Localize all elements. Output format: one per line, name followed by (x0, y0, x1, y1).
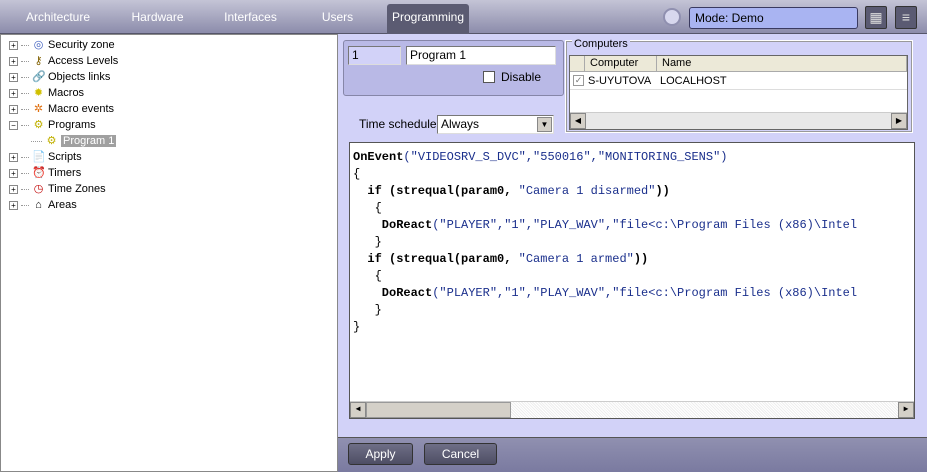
mode-indicator[interactable]: Mode: Demo (689, 7, 858, 29)
code-token: DoReact (353, 286, 433, 300)
code-token: "Camera 1 armed" (518, 252, 634, 266)
time-schedule-label: Time schedule (359, 117, 437, 131)
mode-icon (663, 8, 681, 26)
code-token: DoReact (353, 218, 433, 232)
cell-name: LOCALHOST (660, 75, 727, 87)
timer-icon: ⏰ (32, 166, 46, 179)
code-token: "Camera 1 disarmed" (518, 184, 656, 198)
macro-event-icon: ✲ (33, 102, 44, 115)
table-row[interactable]: ✓ S-UYUTOVA LOCALHOST (570, 73, 907, 90)
code-token: if (strequal(param0, (353, 184, 519, 198)
tree-label: Timers (48, 167, 82, 179)
home-icon: ⌂ (35, 198, 42, 211)
code-token: ("VIDEOSRV_S_DVC","550016","MONITORING_S… (403, 150, 728, 164)
tab-users[interactable]: Users (305, 4, 370, 34)
tree-label: Macro events (48, 103, 115, 115)
tree-label: Areas (48, 199, 77, 211)
tree-label: Security zone (48, 39, 115, 51)
column-header-name[interactable]: Name (657, 56, 907, 72)
scroll-left-icon[interactable]: ◀ (570, 113, 586, 129)
program-icon: ⚙ (46, 134, 57, 147)
tree-label: Objects links (48, 71, 111, 83)
tab-interfaces[interactable]: Interfaces (213, 4, 288, 34)
script-icon: 📄 (32, 150, 46, 163)
code-line: } (353, 303, 382, 317)
code-line: } (353, 320, 361, 334)
action-bar: Apply Cancel (338, 437, 927, 472)
security-zone-icon: ◎ (33, 38, 44, 51)
top-nav-bar: Architecture Hardware Interfaces Users P… (0, 0, 927, 34)
apply-button[interactable]: Apply (348, 443, 413, 465)
tree-label: Program 1 (61, 135, 117, 147)
code-line: { (353, 269, 382, 283)
cancel-button[interactable]: Cancel (424, 443, 497, 465)
time-schedule-value: Always (441, 117, 480, 131)
code-token: if (strequal(param0, (353, 252, 519, 266)
tree-item-scripts[interactable]: + 📄 Scripts (9, 149, 82, 165)
code-token: )) (633, 252, 649, 266)
tree-item-timers[interactable]: + ⏰ Timers (9, 165, 81, 181)
code-token: ("PLAYER","1","PLAY_WAV","file<c:\Progra… (432, 286, 858, 300)
tree-item-programs[interactable]: − ⚙ Programs (9, 117, 96, 133)
script-editor[interactable]: OnEvent("VIDEOSRV_S_DVC","550016","MONIT… (349, 142, 915, 419)
computers-table: Computer Name ✓ S-UYUTOVA LOCALHOST ◀ ▶ (569, 55, 908, 130)
tree-item-areas[interactable]: + ⌂ Areas (9, 197, 77, 213)
menu-icon[interactable]: ≡ (895, 6, 917, 29)
row-checkbox[interactable]: ✓ (573, 75, 584, 86)
tab-hardware[interactable]: Hardware (120, 4, 195, 34)
cell-computer: S-UYUTOVA (588, 75, 652, 87)
row-header-corner (570, 56, 585, 72)
program-id-group: 1 Program 1 Disable (343, 40, 564, 96)
scroll-left-icon[interactable]: ◀ (350, 402, 366, 418)
scrollbar-thumb[interactable] (366, 402, 511, 418)
horizontal-scrollbar[interactable]: ◀ ▶ (570, 112, 907, 129)
scroll-right-icon[interactable]: ▶ (898, 402, 914, 418)
code-line: } (353, 235, 382, 249)
tree-label: Access Levels (48, 55, 119, 67)
tree-item-program-1[interactable]: ⚙ Program 1 (31, 133, 117, 149)
tree-item-macros[interactable]: + ✹ Macros (9, 85, 84, 101)
code-token: ("PLAYER","1","PLAY_WAV","file<c:\Progra… (432, 218, 858, 232)
tab-architecture[interactable]: Architecture (18, 4, 98, 34)
keys-icon: ⚷ (34, 54, 43, 67)
disable-label: Disable (501, 70, 542, 84)
tree-item-access-levels[interactable]: + ⚷ Access Levels (9, 53, 118, 69)
computers-title: Computers (572, 38, 630, 50)
disable-checkbox[interactable] (483, 71, 495, 83)
tree-label: Macros (48, 87, 85, 99)
tree-label: Programs (48, 119, 96, 131)
tree-label: Time Zones (48, 183, 106, 195)
code-token: OnEvent (353, 150, 404, 164)
code-line: { (353, 167, 361, 181)
clock-icon: ◷ (33, 182, 44, 195)
tree-item-macro-events[interactable]: + ✲ Macro events (9, 101, 114, 117)
tree-item-objects-links[interactable]: + 🔗 Objects links (9, 69, 110, 85)
scroll-right-icon[interactable]: ▶ (891, 113, 907, 129)
column-header-computer[interactable]: Computer (585, 56, 657, 72)
tree-label: Scripts (48, 151, 82, 163)
tab-programming[interactable]: Programming (387, 4, 469, 34)
program-id-field[interactable]: 1 (348, 46, 401, 65)
object-tree: + ◎ Security zone + ⚷ Access Levels + 🔗 Object… (0, 34, 338, 472)
code-token: )) (655, 184, 670, 198)
layout-grid-icon[interactable]: ▦ (865, 6, 887, 29)
program-settings-panel: 1 Program 1 Disable Computers Computer N… (338, 34, 927, 437)
tree-item-security-zone[interactable]: + ◎ Security zone (9, 37, 115, 53)
programs-icon: ⚙ (33, 118, 44, 131)
editor-horizontal-scrollbar[interactable]: ◀ ▶ (350, 401, 914, 418)
code-line: { (353, 201, 382, 215)
time-schedule-select[interactable]: Always ▼ (437, 115, 554, 134)
chevron-down-icon[interactable]: ▼ (537, 117, 552, 132)
tree-item-time-zones[interactable]: + ◷ Time Zones (9, 181, 106, 197)
program-name-field[interactable]: Program 1 (406, 46, 556, 65)
link-icon: 🔗 (32, 70, 46, 83)
macro-gear-icon: ✹ (33, 86, 44, 99)
